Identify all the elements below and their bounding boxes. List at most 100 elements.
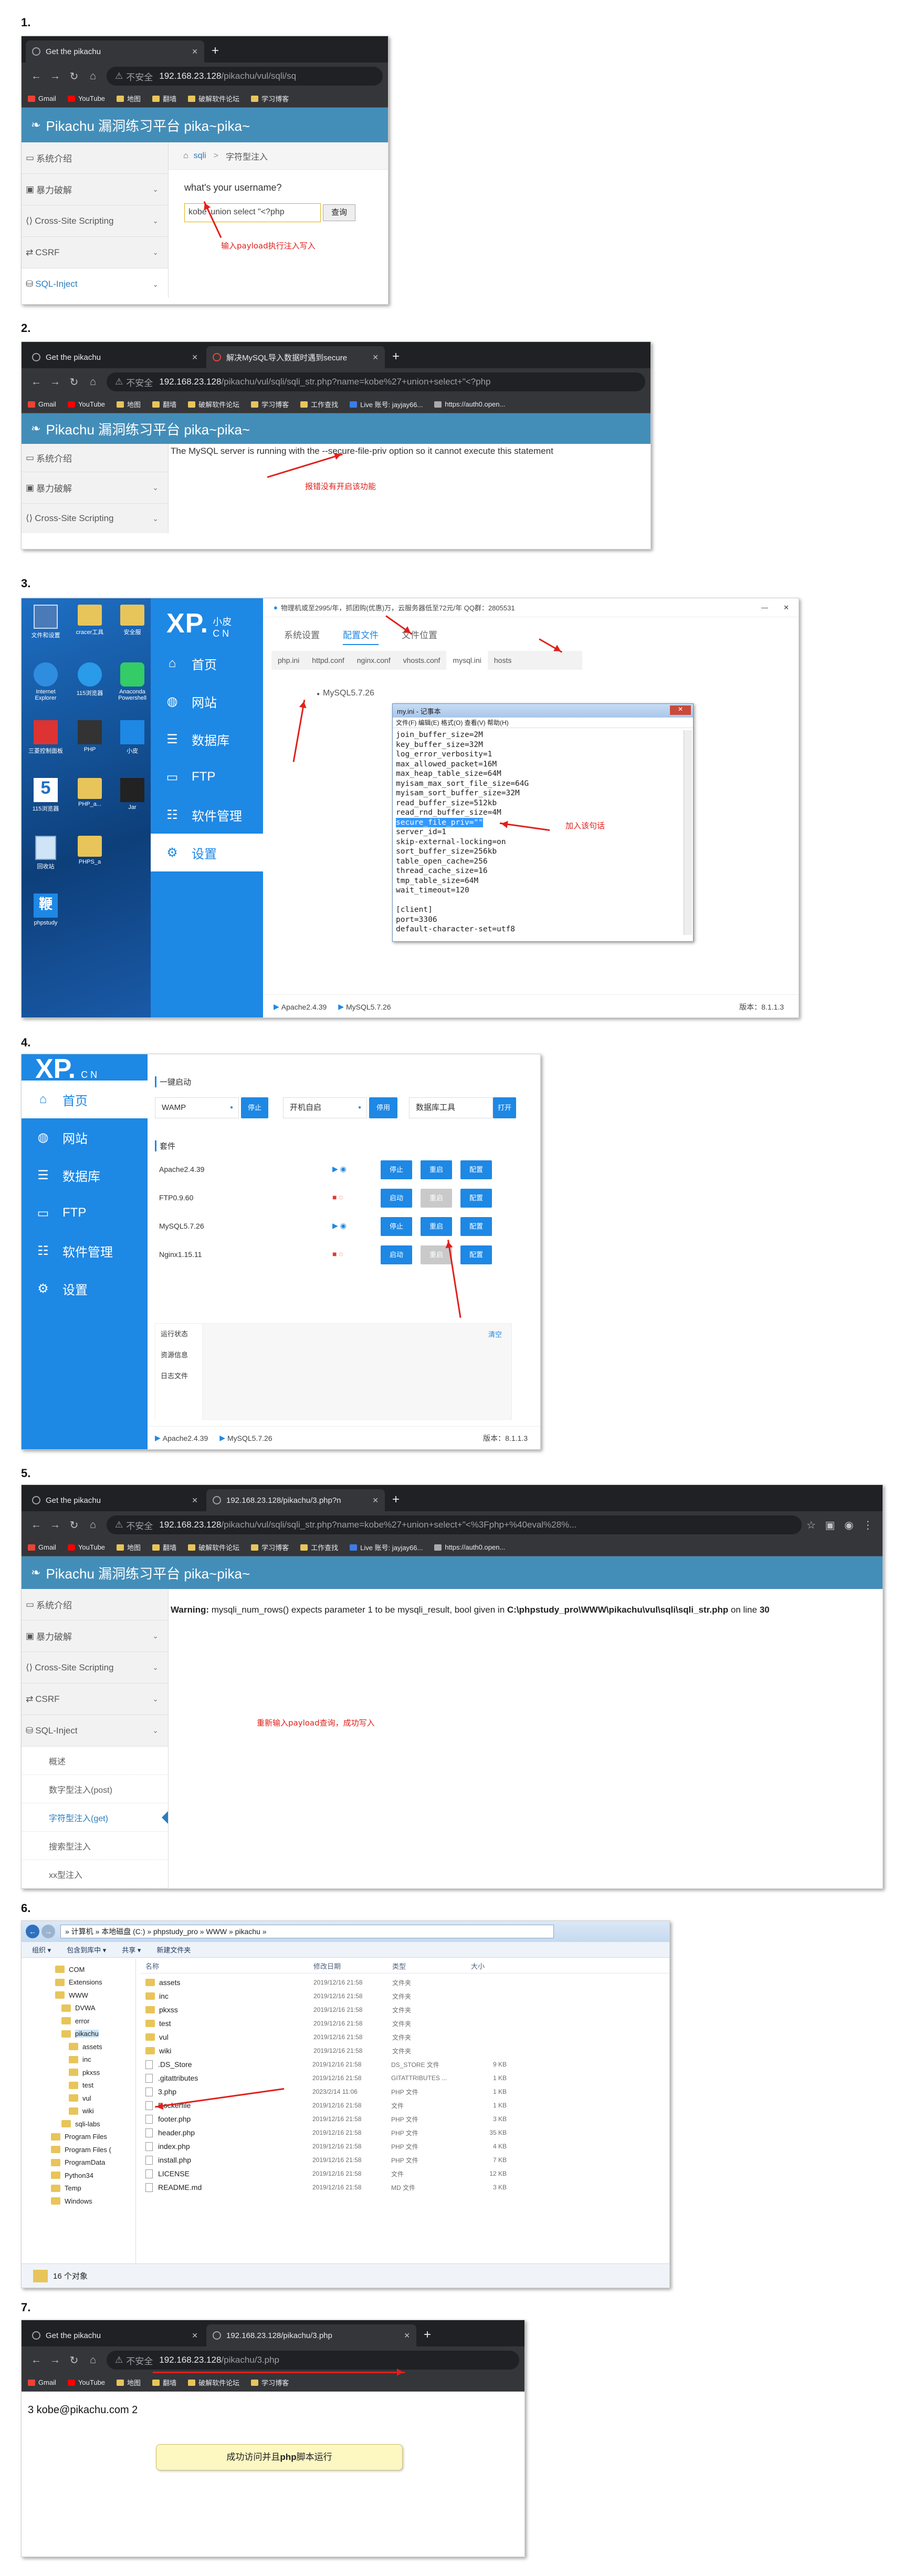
bookmark[interactable]: Gmail [28,400,56,408]
tree-item[interactable]: Extensions [22,1976,135,1989]
sidebar-item-sqli[interactable]: ⛁ SQL-Inject ⌄ [22,1715,168,1747]
bookmark[interactable]: 翻墙 [152,94,176,103]
bookmark[interactable]: YouTube [67,2378,105,2386]
desktop-icon-item[interactable]: 115浏览器 [70,662,110,697]
close-icon[interactable]: ✕ [192,2331,198,2340]
sidebar-item-bruteforce[interactable]: ▣ 暴力破解 ⌄ [22,1621,168,1652]
subtab-mysql-ini[interactable]: mysql.ini [446,651,488,670]
organize-button[interactable]: 组织 ▾ [32,1945,51,1955]
desktop-icon-item[interactable]: 5 115浏览器 [26,778,66,813]
config-button[interactable]: 配置 [460,1217,492,1236]
file-row[interactable]: .DS_Store 2019/12/16 21:58 DS_STORE 文件 9 KB [145,2058,513,2071]
tree-item[interactable]: error [22,2014,135,2028]
include-library-button[interactable]: 包含到库中 ▾ [67,1945,106,1955]
desktop-icon-item[interactable]: 回收站 [26,836,66,870]
forward-icon[interactable]: → [46,70,65,82]
file-row[interactable]: README.md 2019/12/16 21:58 MD 文件 3 KB [145,2180,513,2194]
bookmark[interactable]: https://auth0.open... [434,400,505,408]
new-tab-icon[interactable]: + [212,44,219,58]
file-row[interactable]: 3.php 2023/2/14 11:06 PHP 文件 1 KB [145,2085,513,2099]
bookmark[interactable]: YouTube [67,1543,105,1551]
file-row[interactable]: index.php 2019/12/16 21:58 PHP 文件 4 KB [145,2139,513,2153]
tab-run-status[interactable]: 运行状态 [155,1324,202,1345]
back-icon[interactable]: ← [26,1925,39,1938]
restart-button[interactable]: 重启 [421,1160,452,1179]
file-row[interactable]: pkxss 2019/12/16 21:58 文件夹 [145,2003,513,2017]
file-row[interactable]: header.php 2019/12/16 21:58 PHP 文件 35 KB [145,2126,513,2139]
notepad-text[interactable]: join_buffer_size=2M key_buffer_size=32M lo… [393,728,693,937]
config-button[interactable]: 配置 [460,1245,492,1264]
file-row[interactable]: footer.php 2019/12/16 21:58 PHP 文件 3 KB [145,2112,513,2126]
file-row[interactable]: wiki 2019/12/16 21:58 文件夹 [145,2044,513,2058]
bookmark[interactable]: 学习博客 [251,1542,289,1552]
start-stop-button[interactable]: 启动 [381,1245,412,1264]
bookmark[interactable]: 翻墙 [152,1542,176,1552]
xp-menu-ftp[interactable]: ▭ FTP [22,1194,148,1232]
new-tab-icon[interactable]: + [392,349,400,364]
browser-tab[interactable]: Get the pikachu ✕ [26,40,204,63]
xp-menu-settings[interactable]: ⚙ 设置 [22,1270,148,1307]
reload-icon[interactable]: ↻ [65,2354,83,2367]
profile-icon[interactable]: ◉ [840,1519,858,1532]
xp-menu-ftp[interactable]: ▭ FTP [151,758,263,796]
subtab-hosts[interactable]: hosts [488,656,518,664]
share-button[interactable]: 共享 ▾ [122,1945,141,1955]
xp-menu-database[interactable]: ☰ 数据库 [22,1156,148,1194]
file-row[interactable]: LICENSE 2019/12/16 21:58 文件 12 KB [145,2167,513,2180]
desktop-icon-item[interactable]: 三菱控制面板 [26,720,66,755]
submenu-item-active[interactable]: 字符型注入(get) [22,1803,168,1832]
xp-menu-website[interactable]: ◍ 网站 [22,1118,148,1156]
subtab-vhosts-conf[interactable]: vhosts.conf [397,656,447,664]
bookmark[interactable]: 地图 [117,94,141,103]
bookmark[interactable]: 学习博客 [251,94,289,103]
xp-menu-website[interactable]: ◍ 网站 [151,682,263,720]
desktop-icon-item[interactable]: 鞭 phpstudy [26,894,66,926]
file-row[interactable]: inc 2019/12/16 21:58 文件夹 [145,1989,513,2003]
desktop-icon-item[interactable]: PHP_a... [70,778,110,807]
desktop-icon-item[interactable]: PHPS_a [70,836,110,865]
tree-item[interactable]: sqli-labs [22,2117,135,2131]
tab-log[interactable]: 日志文件 [155,1366,202,1387]
tab-resource[interactable]: 资源信息 [155,1345,202,1366]
column-type[interactable]: 类型 [392,1961,471,1973]
bookmark[interactable]: YouTube [67,400,105,408]
tree-item[interactable]: ProgramData [22,2156,135,2169]
bookmark[interactable]: 学习博客 [251,399,289,409]
config-button[interactable]: 配置 [460,1160,492,1179]
tree-item[interactable]: pkxss [22,2066,135,2079]
bookmark[interactable]: 破解软件论坛 [188,399,239,409]
tree-item[interactable]: WWW [22,1989,135,2002]
url-field[interactable]: ⚠ 不安全 192.168.23.128/pikachu/vul/sqli/sqli… [107,372,645,391]
tree-item[interactable]: Program Files [22,2131,135,2144]
tree-item[interactable]: Program Files ( [22,2143,135,2156]
url-field[interactable]: ⚠ 不安全 192.168.23.128/pikachu/vul/sqli/sqli… [107,1515,802,1534]
browser-tab[interactable]: 解决MySQL导入数据时遇到secure ✕ [206,346,385,368]
breadcrumb-link[interactable]: sqli [194,151,206,161]
file-row[interactable]: assets 2019/12/16 21:58 文件夹 [145,1976,513,1989]
forward-icon[interactable]: → [46,376,65,388]
xp-menu-home[interactable]: ⌂ 首页 [22,1081,148,1118]
xp-menu-home[interactable]: ⌂ 首页 [151,645,263,682]
start-stop-button[interactable]: 启动 [381,1189,412,1208]
back-icon[interactable]: ← [27,70,46,82]
reload-icon[interactable]: ↻ [65,1519,83,1532]
close-icon[interactable]: ✕ [192,353,198,362]
back-icon[interactable]: ← [27,2354,46,2366]
tree-item[interactable]: inc [22,2053,135,2066]
browser-tab[interactable]: 192.168.23.128/pikachu/3.php ✕ [206,2324,416,2346]
column-name[interactable]: 名称 [140,1961,313,1973]
disable-button[interactable]: 停用 [369,1097,397,1118]
new-tab-icon[interactable]: + [424,2328,431,2342]
bookmark[interactable]: 破解软件论坛 [188,94,239,103]
home-icon[interactable]: ⌂ [83,376,102,388]
file-row[interactable]: .gitattributes 2019/12/16 21:58 GITATTRIBU… [145,2071,513,2085]
star-icon[interactable]: ☆ [802,1519,821,1532]
home-icon[interactable]: ⌂ [83,70,102,82]
wamp-select[interactable]: WAMP ● [155,1097,239,1118]
back-icon[interactable]: ← [27,376,46,388]
tree-item[interactable]: test [22,2079,135,2092]
bookmark[interactable]: 地图 [117,399,141,409]
new-tab-icon[interactable]: + [392,1492,400,1507]
tab-config-files[interactable]: 配置文件 [343,628,379,645]
url-field[interactable]: ⚠ 不安全 192.168.23.128/pikachu/3.php [107,2351,519,2370]
